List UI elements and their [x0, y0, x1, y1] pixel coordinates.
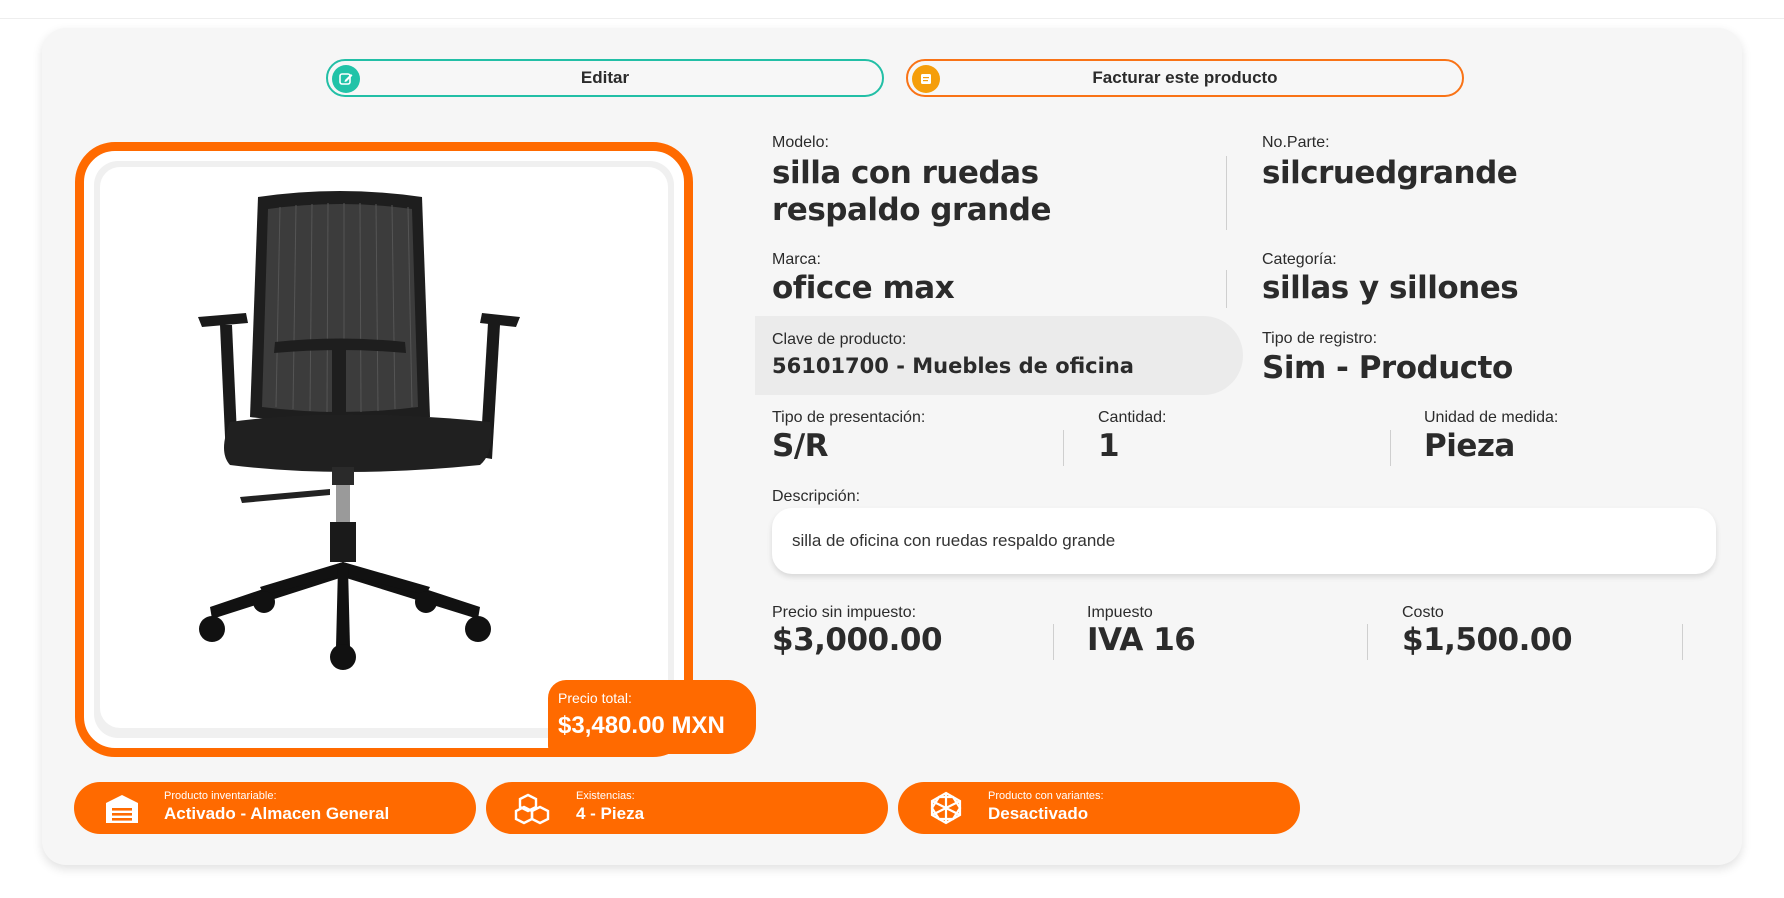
costo-value: $1,500.00: [1402, 622, 1573, 658]
stock-value: 4 - Pieza: [576, 804, 645, 823]
unidad-value: Pieza: [1424, 428, 1515, 464]
variants-icon: [930, 791, 962, 825]
edit-button[interactable]: Editar: [326, 59, 884, 97]
divider: [1367, 624, 1368, 660]
categoria-label: Categoría:: [1262, 251, 1337, 268]
descripcion-label: Descripción:: [772, 488, 861, 505]
invoice-button[interactable]: Facturar este producto: [906, 59, 1464, 97]
precio-label: Precio sin impuesto:: [772, 604, 917, 621]
cantidad-label: Cantidad:: [1098, 409, 1167, 426]
total-price-label: Precio total:: [558, 690, 632, 706]
edit-button-label: Editar: [580, 68, 630, 87]
clave-label: Clave de producto:: [772, 331, 907, 348]
variants-pill[interactable]: Producto con variantes: Desactivado: [898, 782, 1300, 834]
top-divider: [0, 18, 1784, 19]
inventory-pill[interactable]: Producto inventariable: Activado - Almac…: [74, 782, 476, 834]
stock-pill[interactable]: Existencias: 4 - Pieza: [486, 782, 888, 834]
clave-value: 56101700 - Muebles de oficina: [772, 354, 1134, 378]
stock-label: Existencias:: [576, 790, 635, 802]
presentacion-value: S/R: [772, 428, 829, 464]
divider: [1390, 430, 1391, 466]
marca-label: Marca:: [772, 251, 821, 268]
invoice-button-label: Facturar este producto: [1092, 68, 1278, 87]
descripcion-box: silla de oficina con ruedas respaldo gra…: [772, 508, 1716, 574]
no-parte-label: No.Parte:: [1262, 134, 1330, 151]
inventory-label: Producto inventariable:: [164, 790, 277, 802]
divider: [1682, 624, 1683, 660]
modelo-value: silla con ruedas respaldo grande: [772, 155, 1051, 228]
impuesto-label: Impuesto: [1087, 604, 1153, 621]
modelo-label: Modelo:: [772, 134, 829, 151]
edit-icon: [332, 65, 360, 93]
costo-label: Costo: [1402, 604, 1444, 621]
unidad-label: Unidad de medida:: [1424, 409, 1559, 426]
categoria-value: sillas y sillones: [1262, 270, 1519, 306]
impuesto-value: IVA 16: [1087, 622, 1196, 658]
boxes-icon: [514, 793, 550, 825]
variants-value: Desactivado: [988, 804, 1089, 823]
scroll-icon: [912, 65, 940, 93]
office-chair-image: [198, 191, 520, 670]
cantidad-value: 1: [1098, 428, 1120, 464]
warehouse-icon: [106, 795, 138, 823]
presentacion-label: Tipo de presentación:: [772, 409, 926, 426]
product-image-frame: [75, 142, 693, 757]
divider: [1063, 430, 1064, 466]
divider: [1226, 270, 1227, 308]
inventory-value: Activado - Almacen General: [164, 804, 390, 823]
marca-value: oficce max: [772, 270, 955, 306]
precio-value: $3,000.00: [772, 622, 943, 658]
no-parte-value: silcruedgrande: [1262, 155, 1518, 191]
total-price-badge: Precio total: $3,480.00 MXN: [548, 680, 756, 754]
tipo-registro-label: Tipo de registro:: [1262, 330, 1378, 347]
divider: [1226, 156, 1227, 230]
variants-label: Producto con variantes:: [988, 790, 1104, 802]
total-price-value: $3,480.00 MXN: [558, 712, 725, 739]
divider: [1053, 624, 1054, 660]
tipo-registro-value: Sim - Producto: [1262, 350, 1513, 386]
